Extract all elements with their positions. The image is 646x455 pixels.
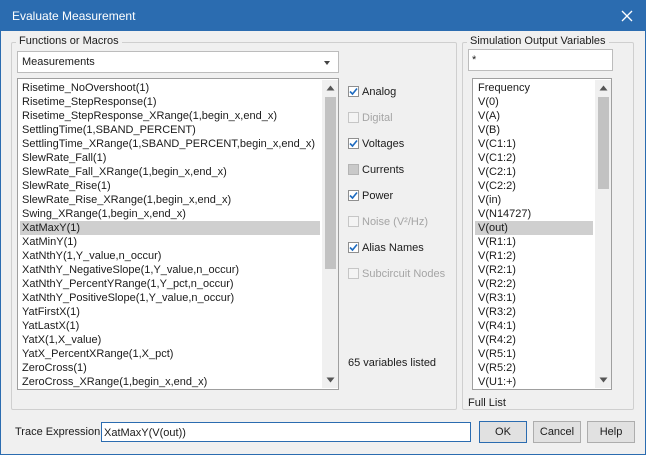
functions-group-label: Functions or Macros — [16, 35, 122, 47]
filter-label: Power — [362, 190, 394, 202]
variable-list-item[interactable]: V(C1:1) — [475, 137, 593, 151]
variables-list[interactable]: Frequency V(0) V(A) V(B) V(C1:1) V(C1:2) V(C2:… — [472, 78, 612, 390]
scroll-up-arrow-icon[interactable] — [322, 80, 338, 96]
variable-list-item[interactable]: V(R4:1) — [475, 319, 593, 333]
variable-filter-field[interactable] — [468, 49, 613, 71]
filter-label: Analog — [362, 86, 397, 98]
variables-count-status: 65 variables listed — [348, 357, 437, 369]
filter-label: Currents — [362, 164, 405, 176]
function-list-item[interactable]: XatNthY_NegativeSlope(1,Y_value,n_occur) — [20, 263, 320, 277]
function-list-item[interactable]: ZeroCross(1) — [20, 361, 320, 375]
checkbox-checked-icon[interactable] — [348, 86, 359, 97]
variable-list-item[interactable]: V(B) — [475, 123, 593, 137]
variable-list-item[interactable]: V(R1:2) — [475, 249, 593, 263]
variable-list-item[interactable]: V(in) — [475, 193, 593, 207]
filter-label: Subcircuit Nodes — [362, 268, 446, 280]
ok-button[interactable]: OK — [479, 421, 527, 443]
title-bar[interactable]: Evaluate Measurement — [1, 1, 645, 31]
checkbox-unchecked-icon — [348, 268, 359, 279]
variable-list-item[interactable]: V(C2:1) — [475, 165, 593, 179]
cancel-button[interactable]: Cancel — [533, 421, 581, 443]
checkbox-unchecked-icon — [348, 216, 359, 227]
variable-list-item[interactable]: Frequency — [475, 81, 593, 95]
trace-expression-label: Trace Expression: — [15, 426, 104, 438]
function-list-item[interactable]: Risetime_StepResponse_XRange(1,begin_x,e… — [20, 109, 320, 123]
variable-list-item[interactable]: V(R3:2) — [475, 305, 593, 319]
variable-list-item[interactable]: V(R5:2) — [475, 361, 593, 375]
filter-label: Alias Names — [362, 242, 424, 254]
function-list-item[interactable]: SettlingTime(1,SBAND_PERCENT) — [20, 123, 320, 137]
trace-expression-field[interactable] — [101, 422, 471, 442]
functions-list[interactable]: Risetime_NoOvershoot(1) Risetime_StepResp… — [17, 78, 339, 390]
scroll-up-arrow-icon[interactable] — [595, 80, 611, 96]
variable-filter-input[interactable] — [472, 52, 608, 68]
checkbox-unchecked-icon — [348, 112, 359, 123]
function-list-item[interactable]: SlewRate_Fall(1) — [20, 151, 320, 165]
function-list-item[interactable]: XatMinY(1) — [20, 235, 320, 249]
function-list-item[interactable]: XatNthY_PositiveSlope(1,Y_value,n_occur) — [20, 291, 320, 305]
filter-label: Digital — [362, 112, 393, 124]
function-list-item[interactable]: SlewRate_Fall_XRange(1,begin_x,end_x) — [20, 165, 320, 179]
variable-list-item[interactable]: V(U1:+) — [475, 375, 593, 389]
variable-list-item[interactable]: V(R5:1) — [475, 347, 593, 361]
variables-scrollbar[interactable] — [595, 80, 611, 388]
functions-scrollbar[interactable] — [322, 80, 338, 388]
scroll-down-arrow-icon[interactable] — [322, 372, 338, 388]
function-list-item[interactable]: ZeroCross_XRange(1,begin_x,end_x) — [20, 375, 320, 389]
variable-list-item[interactable]: V(A) — [475, 109, 593, 123]
function-list-item[interactable]: SlewRate_Rise(1) — [20, 179, 320, 193]
function-list-item[interactable]: SlewRate_Rise_XRange(1,begin_x,end_x) — [20, 193, 320, 207]
full-list-label: Full List — [468, 397, 506, 409]
function-list-item[interactable]: XatNthY(1,Y_value,n_occur) — [20, 249, 320, 263]
function-list-item[interactable]: Swing_XRange(1,begin_x,end_x) — [20, 207, 320, 221]
variable-list-item[interactable]: V(R3:1) — [475, 291, 593, 305]
variable-list-item[interactable]: V(R2:2) — [475, 277, 593, 291]
help-button[interactable]: Help — [587, 421, 635, 443]
variable-list-item[interactable]: V(C2:2) — [475, 179, 593, 193]
checkbox-checked-icon[interactable] — [348, 138, 359, 149]
variable-list-item[interactable]: V(R1:1) — [475, 235, 593, 249]
function-list-item[interactable]: Risetime_StepResponse(1) — [20, 95, 320, 109]
variable-list-item[interactable]: V(C1:2) — [475, 151, 593, 165]
function-list-item[interactable]: YatLastX(1) — [20, 319, 320, 333]
variable-list-item[interactable]: V(N14727) — [475, 207, 593, 221]
trace-expression-input[interactable] — [104, 425, 466, 440]
function-category-dropdown[interactable]: Measurements — [17, 51, 339, 73]
scroll-down-arrow-icon[interactable] — [595, 372, 611, 388]
function-list-item[interactable]: YatX_PercentXRange(1,X_pct) — [20, 347, 320, 361]
variable-list-item[interactable]: V(R2:1) — [475, 263, 593, 277]
checkbox-unchecked-icon[interactable] — [348, 164, 359, 175]
chevron-down-icon — [324, 61, 330, 65]
variable-list-item[interactable]: V(0) — [475, 95, 593, 109]
function-category-value: Measurements — [22, 56, 95, 68]
close-icon[interactable] — [613, 4, 641, 28]
dialog-title: Evaluate Measurement — [12, 9, 136, 23]
function-list-item[interactable]: XatMaxY(1) — [20, 221, 320, 235]
filter-label: Voltages — [362, 138, 405, 150]
function-list-item[interactable]: Risetime_NoOvershoot(1) — [20, 81, 320, 95]
function-list-item[interactable]: YatX(1,X_value) — [20, 333, 320, 347]
filter-label: Noise (V²/Hz) — [362, 216, 429, 228]
functions-scroll-thumb[interactable] — [325, 97, 336, 269]
function-list-item[interactable]: SettlingTime_XRange(1,SBAND_PERCENT,begi… — [20, 137, 320, 151]
function-list-item[interactable]: YatFirstX(1) — [20, 305, 320, 319]
variables-scroll-thumb[interactable] — [598, 97, 609, 189]
evaluate-measurement-dialog: Evaluate Measurement Functions or Macros… — [0, 0, 646, 455]
function-list-item[interactable]: XatNthY_PercentYRange(1,Y_pct,n_occur) — [20, 277, 320, 291]
checkbox-checked-icon[interactable] — [348, 242, 359, 253]
variables-group-label: Simulation Output Variables — [467, 35, 609, 47]
variable-list-item[interactable]: V(out) — [475, 221, 593, 235]
checkbox-checked-icon[interactable] — [348, 190, 359, 201]
variable-list-item[interactable]: V(R4:2) — [475, 333, 593, 347]
